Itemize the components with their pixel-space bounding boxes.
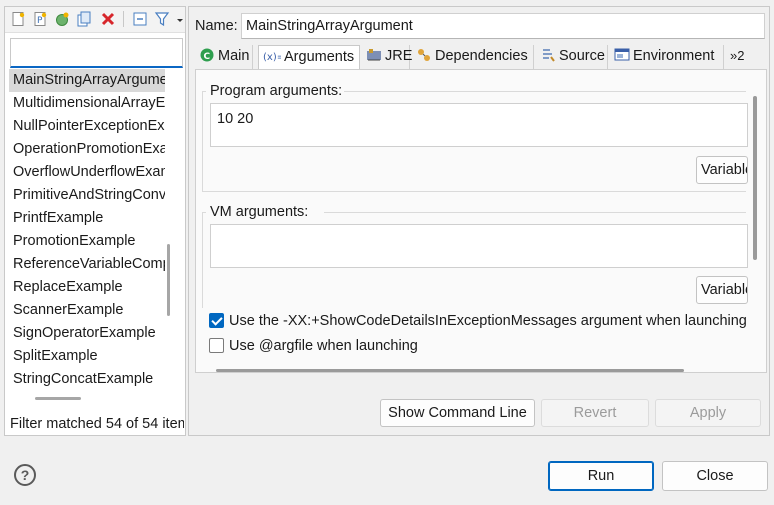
tab-source[interactable]: Source bbox=[536, 45, 608, 69]
more-tabs-icon: »2 bbox=[730, 48, 745, 63]
list-vertical-scrollbar[interactable] bbox=[167, 244, 170, 316]
configuration-toolbar: P bbox=[5, 7, 185, 33]
tab-dependencies[interactable]: Dependencies bbox=[412, 45, 534, 69]
list-horizontal-scrollbar[interactable] bbox=[35, 397, 81, 400]
svg-text:C: C bbox=[204, 52, 211, 62]
view-menu-icon[interactable] bbox=[175, 11, 185, 27]
list-item[interactable]: StringConcatExample bbox=[9, 368, 165, 391]
group-border bbox=[324, 212, 746, 213]
list-item[interactable]: OverflowUnderflowExample bbox=[9, 161, 165, 184]
list-item[interactable]: SplitExample bbox=[9, 345, 165, 368]
tab-environment-label: Environment bbox=[633, 48, 715, 64]
list-item-selected[interactable]: MainStringArrayArgument bbox=[9, 69, 165, 92]
configuration-editor-panel: Name: MainStringArrayArgument C Main (x)… bbox=[188, 6, 770, 436]
tab-dependencies-label: Dependencies bbox=[435, 48, 528, 64]
tab-more[interactable]: »2 bbox=[726, 45, 756, 69]
jre-tab-icon bbox=[366, 47, 382, 63]
configuration-list: MainStringArrayArgument Multidimensional… bbox=[5, 69, 183, 395]
tab-main-label: Main bbox=[218, 48, 250, 64]
argfile-option[interactable]: Use @argfile when launching bbox=[209, 336, 418, 356]
list-item[interactable]: PrintfExample bbox=[9, 207, 165, 230]
content-vertical-scrollbar[interactable] bbox=[753, 96, 757, 260]
vm-arguments-textarea[interactable] bbox=[210, 224, 748, 268]
arguments-tab-icon: (x)= bbox=[263, 48, 285, 64]
collapse-all-icon[interactable] bbox=[132, 11, 148, 27]
list-item[interactable]: MultidimensionalArrayExample bbox=[9, 92, 165, 115]
tab-environment[interactable]: Environment bbox=[610, 45, 724, 69]
svg-text:(x)=: (x)= bbox=[263, 52, 281, 63]
list-item[interactable]: SignOperatorExample bbox=[9, 322, 165, 345]
delete-icon[interactable] bbox=[100, 11, 116, 27]
new-configuration-icon[interactable] bbox=[10, 11, 26, 27]
revert-button[interactable]: Revert bbox=[541, 399, 649, 427]
group-border bbox=[202, 191, 746, 192]
tab-arguments-label: Arguments bbox=[284, 49, 355, 65]
vm-variables-button[interactable]: Variables... bbox=[696, 276, 748, 304]
apply-button[interactable]: Apply bbox=[655, 399, 761, 427]
tab-arguments[interactable]: (x)= Arguments bbox=[258, 45, 360, 70]
filter-input[interactable] bbox=[10, 38, 183, 68]
argfile-checkbox[interactable] bbox=[209, 338, 224, 353]
tab-jre[interactable]: JRE bbox=[362, 45, 413, 69]
show-code-details-label: Use the -XX:+ShowCodeDetailsInExceptionM… bbox=[229, 313, 747, 329]
list-item[interactable]: ReplaceExample bbox=[9, 276, 165, 299]
environment-tab-icon bbox=[614, 47, 630, 63]
program-arguments-textarea[interactable]: 10 20 bbox=[210, 103, 748, 147]
show-code-details-checkbox[interactable] bbox=[209, 313, 224, 328]
list-item[interactable]: NullPointerExceptionExample bbox=[9, 115, 165, 138]
list-item[interactable]: OperationPromotionExample bbox=[9, 138, 165, 161]
tab-main[interactable]: C Main bbox=[195, 45, 253, 69]
program-arguments-label: Program arguments: bbox=[210, 83, 343, 99]
dependencies-tab-icon bbox=[416, 47, 432, 63]
main-tab-icon: C bbox=[199, 47, 215, 63]
list-item[interactable]: ReferenceVariableCompare bbox=[9, 253, 165, 276]
name-input[interactable]: MainStringArrayArgument bbox=[241, 13, 765, 39]
duplicate-icon[interactable] bbox=[76, 11, 92, 27]
argfile-label: Use @argfile when launching bbox=[229, 338, 418, 354]
show-command-line-button[interactable]: Show Command Line bbox=[380, 399, 535, 427]
group-border bbox=[344, 91, 746, 92]
export-icon[interactable] bbox=[54, 11, 70, 27]
list-item[interactable]: PrimitiveAndStringConversion bbox=[9, 184, 165, 207]
tab-jre-label: JRE bbox=[385, 48, 413, 64]
list-item[interactable]: ScannerExample bbox=[9, 299, 165, 322]
help-icon[interactable]: ? bbox=[14, 464, 36, 486]
new-prototype-icon[interactable]: P bbox=[32, 11, 48, 27]
toolbar-separator bbox=[123, 11, 124, 27]
group-border bbox=[202, 212, 203, 308]
tab-source-label: Source bbox=[559, 48, 605, 64]
name-label: Name: bbox=[195, 18, 238, 34]
filter-status-text: Filter matched 54 of 54 items bbox=[10, 416, 184, 432]
arguments-tab-content: Program arguments: 10 20 Variables... VM… bbox=[195, 69, 767, 373]
source-tab-icon bbox=[540, 47, 556, 63]
filter-icon[interactable] bbox=[154, 11, 170, 27]
content-horizontal-scrollbar[interactable] bbox=[216, 369, 684, 372]
close-button[interactable]: Close bbox=[662, 461, 768, 491]
configuration-list-panel: P MainStringArrayArgument Multidimension… bbox=[4, 6, 186, 436]
show-code-details-option[interactable]: Use the -XX:+ShowCodeDetailsInExceptionM… bbox=[209, 311, 747, 331]
program-variables-button[interactable]: Variables... bbox=[696, 156, 748, 184]
list-item[interactable]: PromotionExample bbox=[9, 230, 165, 253]
vm-arguments-label: VM arguments: bbox=[210, 204, 309, 220]
svg-text:P: P bbox=[37, 16, 43, 26]
tab-bar: C Main (x)= Arguments JRE Dependencies S… bbox=[195, 45, 767, 70]
run-button[interactable]: Run bbox=[548, 461, 654, 491]
group-border bbox=[202, 91, 203, 191]
